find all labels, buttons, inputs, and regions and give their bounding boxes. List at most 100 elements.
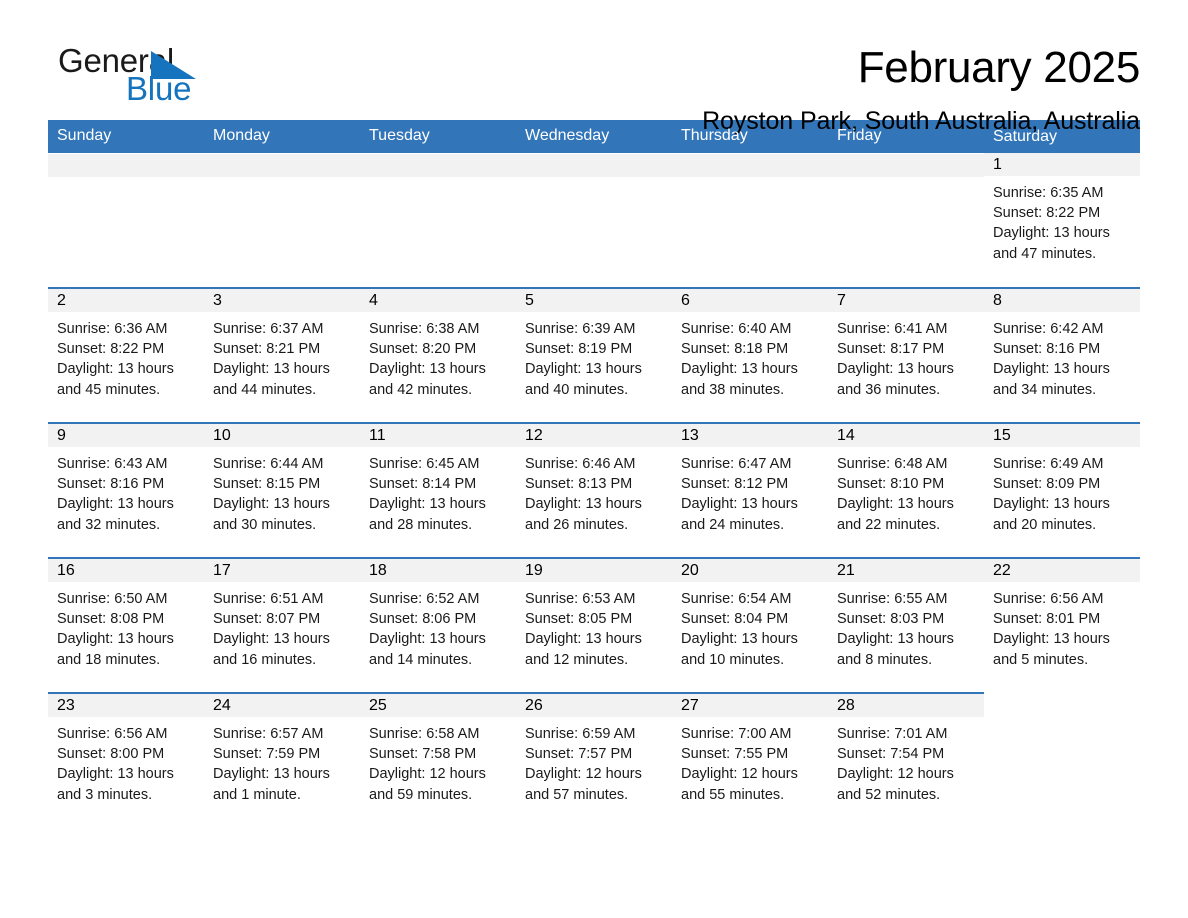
day-details: Sunrise: 7:01 AM Sunset: 7:54 PM Daylight:… [828, 717, 984, 805]
calendar-day-cell[interactable]: 25 Sunrise: 6:58 AM Sunset: 7:58 PM Dayligh… [360, 692, 516, 828]
calendar-day-cell[interactable]: 6 Sunrise: 6:40 AM Sunset: 8:18 PM Daylight… [672, 287, 828, 423]
day-number: 6 [672, 289, 828, 312]
calendar-day-cell[interactable]: 16 Sunrise: 6:50 AM Sunset: 8:08 PM Dayligh… [48, 557, 204, 693]
calendar-day-cell[interactable]: 5 Sunrise: 6:39 AM Sunset: 8:19 PM Daylight… [516, 287, 672, 423]
calendar-day-cell[interactable]: 14 Sunrise: 6:48 AM Sunset: 8:10 PM Dayligh… [828, 422, 984, 558]
calendar-day-cell-empty [360, 153, 516, 288]
title-block: February 2025 Royston Park, South Austra… [702, 42, 1140, 138]
calendar-day-cell[interactable]: 12 Sunrise: 6:46 AM Sunset: 8:13 PM Dayligh… [516, 422, 672, 558]
calendar-day-cell[interactable]: 7 Sunrise: 6:41 AM Sunset: 8:17 PM Daylight… [828, 287, 984, 423]
sunrise-time: Sunrise: 6:48 AM [837, 456, 948, 472]
calendar-day-cell-empty [984, 693, 1140, 828]
day-number: 5 [516, 289, 672, 312]
sunset-time: Sunset: 8:15 PM [213, 476, 321, 493]
sunrise-time: Sunrise: 6:37 AM [213, 321, 324, 337]
day-details: Sunrise: 7:00 AM Sunset: 7:55 PM Daylight:… [672, 717, 828, 805]
weekday-header-monday: Monday [204, 120, 360, 153]
daylight-duration-line2: and 34 minutes. [993, 381, 1097, 398]
daylight-duration-line1: Daylight: 13 hours [213, 766, 330, 783]
calendar-day-cell[interactable]: 21 Sunrise: 6:55 AM Sunset: 8:03 PM Dayligh… [828, 557, 984, 693]
calendar-day-cell[interactable]: 22 Sunrise: 6:56 AM Sunset: 8:01 PM Dayligh… [984, 557, 1140, 693]
calendar-day-cell[interactable]: 11 Sunrise: 6:45 AM Sunset: 8:14 PM Dayligh… [360, 422, 516, 558]
calendar-day-cell-empty [48, 153, 204, 288]
calendar-day-cell[interactable]: 28 Sunrise: 7:01 AM Sunset: 7:54 PM Dayligh… [828, 692, 984, 828]
calendar-day-cell[interactable]: 8 Sunrise: 6:42 AM Sunset: 8:16 PM Daylight… [984, 287, 1140, 423]
sunset-time: Sunset: 8:18 PM [681, 341, 789, 358]
sunrise-time: Sunrise: 6:59 AM [525, 726, 636, 742]
day-number: 17 [204, 559, 360, 582]
calendar-day-cell[interactable]: 17 Sunrise: 6:51 AM Sunset: 8:07 PM Dayligh… [204, 557, 360, 693]
sunset-time: Sunset: 8:20 PM [369, 341, 477, 358]
calendar-day-cell-empty [828, 153, 984, 288]
daylight-duration-line1: Daylight: 13 hours [213, 631, 330, 648]
sunrise-time: Sunrise: 6:54 AM [681, 591, 792, 607]
daylight-duration-line2: and 38 minutes. [681, 381, 785, 398]
day-number: 21 [828, 559, 984, 582]
daylight-duration-line1: Daylight: 13 hours [837, 631, 954, 648]
calendar-day-cell[interactable]: 18 Sunrise: 6:52 AM Sunset: 8:06 PM Dayligh… [360, 557, 516, 693]
calendar-day-cell[interactable]: 9 Sunrise: 6:43 AM Sunset: 8:16 PM Daylight… [48, 422, 204, 558]
calendar-day-cell[interactable]: 3 Sunrise: 6:37 AM Sunset: 8:21 PM Daylight… [204, 287, 360, 423]
calendar-day-cell[interactable]: 4 Sunrise: 6:38 AM Sunset: 8:20 PM Daylight… [360, 287, 516, 423]
calendar-day-cell[interactable]: 26 Sunrise: 6:59 AM Sunset: 7:57 PM Dayligh… [516, 692, 672, 828]
day-details: Sunrise: 6:55 AM Sunset: 8:03 PM Daylight:… [828, 582, 984, 670]
day-number-band [516, 154, 672, 177]
calendar-day-cell[interactable]: 19 Sunrise: 6:53 AM Sunset: 8:05 PM Dayligh… [516, 557, 672, 693]
weekday-header-tuesday: Tuesday [360, 120, 516, 153]
daylight-duration-line2: and 12 minutes. [525, 651, 629, 668]
day-details: Sunrise: 6:45 AM Sunset: 8:14 PM Daylight:… [360, 447, 516, 535]
day-details: Sunrise: 6:53 AM Sunset: 8:05 PM Daylight:… [516, 582, 672, 670]
sunrise-time: Sunrise: 6:36 AM [57, 321, 168, 337]
page-header: General Blue February 2025 Royston Park,… [48, 0, 1140, 135]
daylight-duration-line1: Daylight: 13 hours [681, 361, 798, 378]
day-number-band [360, 154, 516, 177]
calendar-week-row: 9 Sunrise: 6:43 AM Sunset: 8:16 PM Daylight… [48, 422, 1140, 558]
calendar-day-cell[interactable]: 1 Sunrise: 6:35 AM Sunset: 8:22 PM Daylight… [984, 153, 1140, 288]
daylight-duration-line1: Daylight: 13 hours [993, 361, 1110, 378]
sunrise-time: Sunrise: 6:41 AM [837, 321, 948, 337]
day-details: Sunrise: 6:49 AM Sunset: 8:09 PM Daylight:… [984, 447, 1140, 535]
day-details: Sunrise: 6:38 AM Sunset: 8:20 PM Daylight:… [360, 312, 516, 400]
sunset-time: Sunset: 8:08 PM [57, 611, 165, 628]
calendar-day-cell[interactable]: 2 Sunrise: 6:36 AM Sunset: 8:22 PM Daylight… [48, 287, 204, 423]
calendar-day-cell-empty [204, 153, 360, 288]
sunrise-time: Sunrise: 6:50 AM [57, 591, 168, 607]
calendar-day-cell[interactable]: 23 Sunrise: 6:56 AM Sunset: 8:00 PM Dayligh… [48, 692, 204, 828]
sunset-time: Sunset: 8:10 PM [837, 476, 945, 493]
sunrise-time: Sunrise: 6:52 AM [369, 591, 480, 607]
sunrise-time: Sunrise: 6:43 AM [57, 456, 168, 472]
day-number: 3 [204, 289, 360, 312]
daylight-duration-line2: and 24 minutes. [681, 516, 785, 533]
generalblue-logo[interactable]: General Blue [48, 42, 248, 114]
calendar-day-cell[interactable]: 27 Sunrise: 7:00 AM Sunset: 7:55 PM Dayligh… [672, 692, 828, 828]
day-number: 24 [204, 694, 360, 717]
calendar-day-cell-empty [672, 153, 828, 288]
calendar-day-cell[interactable]: 15 Sunrise: 6:49 AM Sunset: 8:09 PM Dayligh… [984, 422, 1140, 558]
sunrise-time: Sunrise: 6:39 AM [525, 321, 636, 337]
calendar-day-cell[interactable]: 10 Sunrise: 6:44 AM Sunset: 8:15 PM Dayligh… [204, 422, 360, 558]
sunrise-time: Sunrise: 6:55 AM [837, 591, 948, 607]
daylight-duration-line1: Daylight: 13 hours [57, 766, 174, 783]
daylight-duration-line2: and 30 minutes. [213, 516, 317, 533]
day-details: Sunrise: 6:37 AM Sunset: 8:21 PM Daylight:… [204, 312, 360, 400]
daylight-duration-line2: and 16 minutes. [213, 651, 317, 668]
day-number: 11 [360, 424, 516, 447]
day-details: Sunrise: 6:43 AM Sunset: 8:16 PM Daylight:… [48, 447, 204, 535]
calendar-day-cell[interactable]: 20 Sunrise: 6:54 AM Sunset: 8:04 PM Dayligh… [672, 557, 828, 693]
sunrise-time: Sunrise: 6:44 AM [213, 456, 324, 472]
day-number: 25 [360, 694, 516, 717]
weekday-header-wednesday: Wednesday [516, 120, 672, 153]
daylight-duration-line1: Daylight: 13 hours [837, 496, 954, 513]
day-details: Sunrise: 6:35 AM Sunset: 8:22 PM Daylight:… [984, 176, 1140, 264]
sunset-time: Sunset: 8:16 PM [57, 476, 165, 493]
calendar-grid: Sunday Monday Tuesday Wednesday Thursday… [48, 120, 1140, 828]
page-subtitle: Royston Park, South Australia, Australia [702, 107, 1140, 135]
daylight-duration-line2: and 28 minutes. [369, 516, 473, 533]
calendar-day-cell[interactable]: 24 Sunrise: 6:57 AM Sunset: 7:59 PM Dayligh… [204, 692, 360, 828]
calendar-week-row: 23 Sunrise: 6:56 AM Sunset: 8:00 PM Dayligh… [48, 692, 1140, 828]
sunset-time: Sunset: 8:22 PM [993, 205, 1101, 222]
daylight-duration-line2: and 42 minutes. [369, 381, 473, 398]
calendar-day-cell[interactable]: 13 Sunrise: 6:47 AM Sunset: 8:12 PM Dayligh… [672, 422, 828, 558]
daylight-duration-line1: Daylight: 13 hours [57, 361, 174, 378]
daylight-duration-line1: Daylight: 13 hours [57, 496, 174, 513]
